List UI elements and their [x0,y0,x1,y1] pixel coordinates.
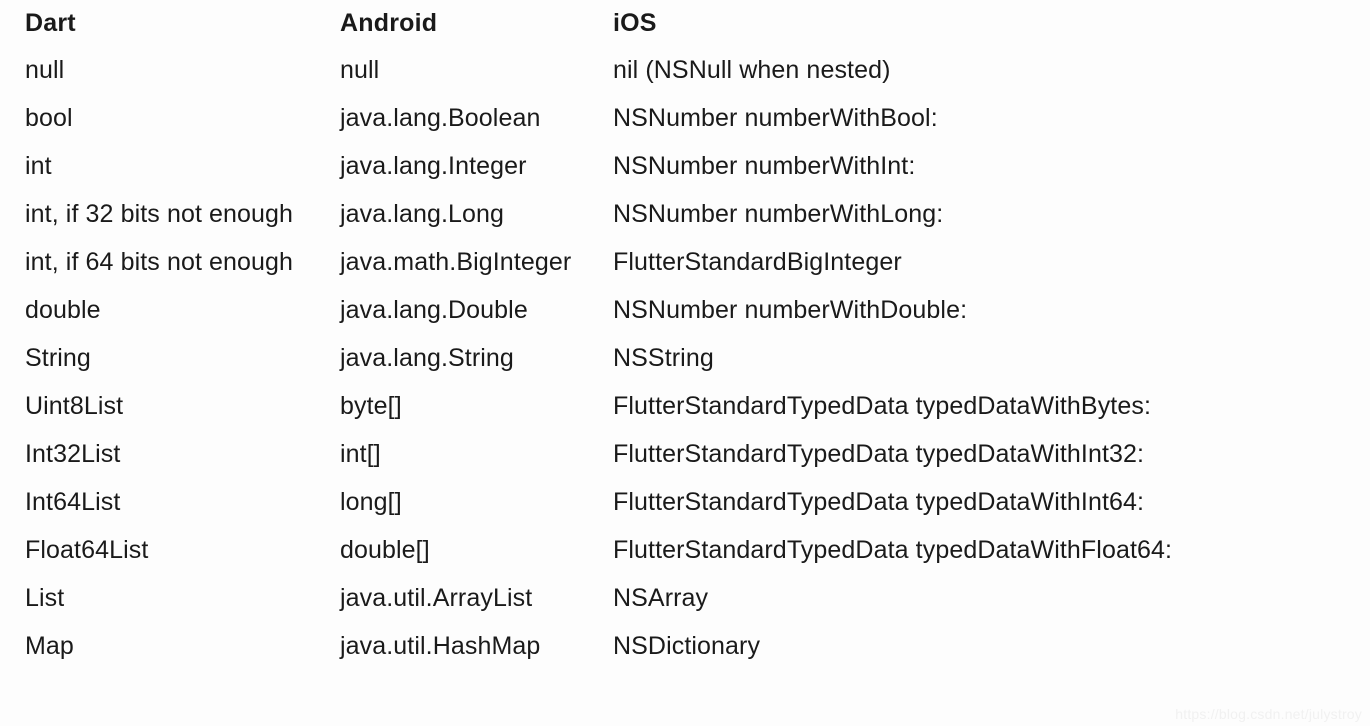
cell-android: int[] [340,440,381,468]
cell-android: java.lang.Long [340,200,505,228]
cell-dart: Int32List [25,440,121,468]
cell-android: double[] [340,536,430,564]
table-row: String java.lang.String NSString [0,334,1370,382]
table-row: Int32List int[] FlutterStandardTypedData… [0,430,1370,478]
cell-ios: NSNumber numberWithLong: [613,200,944,228]
watermark: https://blog.csdn.net/julystroy [1175,706,1362,722]
cell-android: java.lang.Integer [340,152,527,180]
cell-android: null [340,56,380,84]
cell-dart: Uint8List [25,392,124,420]
column-header-dart: Dart [25,9,76,37]
cell-dart: null [25,56,65,84]
table-row: int java.lang.Integer NSNumber numberWit… [0,142,1370,190]
cell-ios: NSNumber numberWithDouble: [613,296,968,324]
cell-ios: NSString [613,344,714,372]
cell-android: java.math.BigInteger [340,248,572,276]
cell-android: long[] [340,488,402,516]
cell-ios: NSNumber numberWithInt: [613,152,916,180]
cell-dart: Int64List [25,488,121,516]
cell-ios: FlutterStandardBigInteger [613,248,902,276]
cell-dart: List [25,584,65,612]
cell-dart: bool [25,104,73,132]
table-row: Int64List long[] FlutterStandardTypedDat… [0,478,1370,526]
cell-android: java.util.HashMap [340,632,541,660]
table-row: Uint8List byte[] FlutterStandardTypedDat… [0,382,1370,430]
cell-dart: double [25,296,101,324]
cell-ios: nil (NSNull when nested) [613,56,891,84]
cell-ios: NSDictionary [613,632,761,660]
table-row: double java.lang.Double NSNumber numberW… [0,286,1370,334]
cell-ios: FlutterStandardTypedData typedDataWithIn… [613,488,1145,516]
type-mapping-table: Dart Android iOS null null nil (NSNull w… [0,0,1370,670]
cell-ios: NSNumber numberWithBool: [613,104,938,132]
table-row: Map java.util.HashMap NSDictionary [0,622,1370,670]
cell-android: java.lang.String [340,344,514,372]
cell-ios: FlutterStandardTypedData typedDataWithIn… [613,440,1145,468]
table-row: Float64List double[] FlutterStandardType… [0,526,1370,574]
table-row: null null nil (NSNull when nested) [0,46,1370,94]
table-row: bool java.lang.Boolean NSNumber numberWi… [0,94,1370,142]
cell-dart: int, if 32 bits not enough [25,200,294,228]
cell-dart: Map [25,632,74,660]
cell-dart: int, if 64 bits not enough [25,248,294,276]
table-row: List java.util.ArrayList NSArray [0,574,1370,622]
cell-dart: int [25,152,52,180]
column-header-android: Android [340,9,438,37]
cell-android: java.util.ArrayList [340,584,533,612]
cell-android: byte[] [340,392,402,420]
table-row: int, if 64 bits not enough java.math.Big… [0,238,1370,286]
cell-ios: FlutterStandardTypedData typedDataWithFl… [613,536,1173,564]
cell-dart: Float64List [25,536,149,564]
cell-dart: String [25,344,91,372]
column-header-ios: iOS [613,9,657,37]
cell-android: java.lang.Double [340,296,528,324]
cell-android: java.lang.Boolean [340,104,541,132]
table-row: int, if 32 bits not enough java.lang.Lon… [0,190,1370,238]
table-header-row: Dart Android iOS [0,0,1370,46]
cell-ios: NSArray [613,584,709,612]
cell-ios: FlutterStandardTypedData typedDataWithBy… [613,392,1152,420]
